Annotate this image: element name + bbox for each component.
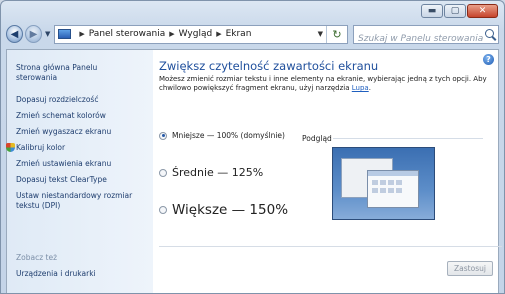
breadcrumb-separator-icon[interactable]: ▶ bbox=[169, 30, 174, 38]
radio-smaller[interactable] bbox=[159, 131, 167, 140]
forward-button[interactable]: ▶ bbox=[25, 25, 42, 43]
preview-window-front bbox=[367, 170, 419, 208]
sidebar-item-screen-saver[interactable]: Zmień wygaszacz ekranu bbox=[16, 127, 111, 137]
preview-cell bbox=[388, 188, 394, 193]
breadcrumb-item[interactable]: Ekran bbox=[226, 29, 252, 39]
preview-cell bbox=[388, 180, 394, 185]
bottom-divider bbox=[159, 246, 502, 247]
maximize-button[interactable]: ▢ bbox=[444, 4, 466, 18]
option-smaller-label[interactable]: Mniejsze — 100% (domyślnie) bbox=[172, 131, 285, 140]
caption-buttons: ▬ ▢ ✕ bbox=[421, 4, 498, 19]
task-pane: Strona główna Panelu sterowania Dopasuj … bbox=[6, 50, 153, 293]
sidebar-item-control-panel-home[interactable]: Strona główna Panelu sterowania bbox=[16, 63, 97, 83]
preview-cell bbox=[380, 180, 386, 185]
maximize-icon: ▢ bbox=[450, 6, 460, 16]
refresh-icon: ↻ bbox=[332, 27, 342, 41]
radio-medium[interactable] bbox=[159, 168, 167, 177]
sidebar-item-devices-printers[interactable]: Urządzenia i drukarki bbox=[16, 269, 96, 279]
help-icon: ? bbox=[486, 55, 491, 64]
help-button[interactable]: ? bbox=[483, 54, 494, 65]
preview-label: Podgląd bbox=[302, 134, 332, 143]
option-larger[interactable]: Większe — 150% bbox=[159, 202, 288, 218]
option-medium[interactable]: Średnie — 125% bbox=[159, 166, 263, 179]
magnifier-link[interactable]: Lupa bbox=[352, 84, 369, 92]
page-title: Zwiększ czytelność zawartości ekranu bbox=[159, 59, 379, 73]
search-input[interactable] bbox=[354, 30, 499, 47]
preview-titlebar bbox=[368, 171, 418, 176]
address-dropdown-icon[interactable]: ▼ bbox=[318, 30, 323, 38]
sidebar-item-cleartype[interactable]: Dopasuj tekst ClearType bbox=[16, 175, 107, 185]
minimize-icon: ▬ bbox=[427, 6, 437, 16]
preview-image bbox=[332, 147, 435, 220]
preview-cell bbox=[396, 188, 402, 193]
recent-pages-dropdown[interactable]: ▼ bbox=[45, 30, 50, 38]
main-panel: ? Zwiększ czytelność zawartości ekranu M… bbox=[153, 50, 502, 293]
breadcrumb-item[interactable]: Wygląd bbox=[179, 29, 213, 39]
back-button[interactable]: ◀ bbox=[6, 25, 23, 43]
preview-cell bbox=[372, 188, 378, 193]
preview-cell bbox=[380, 188, 386, 193]
option-smaller[interactable]: Mniejsze — 100% (domyślnie) bbox=[159, 131, 285, 140]
description-end: . bbox=[368, 84, 371, 92]
color-calibration-icon bbox=[6, 143, 15, 152]
sidebar-item-calibrate-color[interactable]: Kalibruj kolor bbox=[16, 143, 65, 153]
breadcrumb-separator-icon[interactable]: ▶ bbox=[79, 30, 84, 38]
forward-arrow-icon: ▶ bbox=[29, 28, 38, 40]
radio-larger[interactable] bbox=[159, 206, 167, 214]
sidebar-item-display-settings[interactable]: Zmień ustawienia ekranu bbox=[16, 159, 111, 169]
search-box[interactable] bbox=[353, 24, 500, 47]
control-panel-icon bbox=[58, 29, 72, 39]
preview-cell bbox=[396, 180, 402, 185]
sidebar-item-custom-dpi[interactable]: Ustaw niestandardowy rozmiar tekstu (DPI… bbox=[16, 191, 132, 211]
breadcrumb-item[interactable]: Panel sterowania bbox=[89, 29, 166, 39]
address-bar[interactable]: ▶ Panel sterowania ▶ Wygląd ▶ Ekran ▼ ↻ bbox=[54, 24, 349, 44]
see-also-heading: Zobacz też bbox=[16, 253, 58, 262]
option-medium-label[interactable]: Średnie — 125% bbox=[172, 166, 263, 179]
minimize-button[interactable]: ▬ bbox=[421, 4, 443, 18]
refresh-button[interactable]: ↻ bbox=[326, 25, 347, 43]
content-area: Strona główna Panelu sterowania Dopasuj … bbox=[6, 49, 502, 293]
description-text: Możesz zmienić rozmiar tekstu i inne ele… bbox=[159, 75, 487, 92]
close-icon: ✕ bbox=[478, 6, 487, 16]
preview-divider bbox=[333, 138, 483, 139]
sidebar-item-adjust-resolution[interactable]: Dopasuj rozdzielczość bbox=[16, 95, 98, 105]
navigation-bar: ◀ ▶ ▼ ▶ Panel sterowania ▶ Wygląd ▶ Ekra… bbox=[6, 23, 500, 47]
control-panel-window: ▬ ▢ ✕ ◀ ▶ ▼ ▶ Panel sterowania ▶ Wygląd … bbox=[0, 0, 505, 294]
search-icon[interactable] bbox=[485, 28, 495, 38]
option-larger-label[interactable]: Większe — 150% bbox=[172, 202, 288, 218]
close-button[interactable]: ✕ bbox=[467, 4, 498, 18]
apply-button[interactable]: Zastosuj bbox=[447, 261, 493, 276]
back-arrow-icon: ◀ bbox=[10, 28, 19, 40]
sidebar-item-color-scheme[interactable]: Zmień schemat kolorów bbox=[16, 111, 106, 121]
preview-cell bbox=[372, 180, 378, 185]
page-description: Możesz zmienić rozmiar tekstu i inne ele… bbox=[159, 75, 499, 93]
breadcrumb-separator-icon[interactable]: ▶ bbox=[216, 30, 221, 38]
